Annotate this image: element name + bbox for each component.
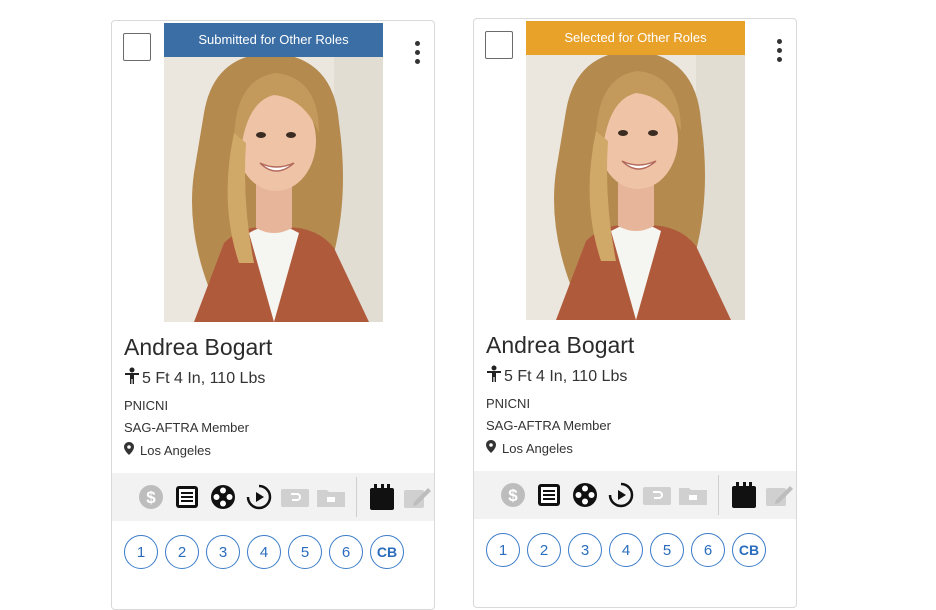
location-text: Los Angeles [140,442,211,458]
film-reel-icon[interactable] [570,480,600,510]
talent-stats: 5 Ft 4 In, 110 Lbs [486,365,784,388]
talent-card: Submitted for Other Roles Andrea Bogart [111,20,435,610]
headshot-photo[interactable]: Selected for Other Roles [526,21,745,320]
role-button-6[interactable]: 6 [691,533,725,567]
talent-info: Andrea Bogart 5 Ft 4 In, 110 Lbs PNICNI … [486,331,784,463]
role-button-2[interactable]: 2 [527,533,561,567]
calendar-icon[interactable] [729,480,759,510]
svg-text:$: $ [508,486,518,505]
role-button-5[interactable]: 5 [650,533,684,567]
status-badge: Selected for Other Roles [526,21,745,55]
location-text: Los Angeles [502,440,573,456]
toolbar-divider [718,475,719,515]
select-checkbox[interactable] [485,31,513,59]
resume-icon[interactable] [534,480,564,510]
talent-name[interactable]: Andrea Bogart [486,331,784,359]
dollar-icon[interactable]: $ [498,480,528,510]
more-options-icon[interactable] [414,41,420,67]
more-options-icon[interactable] [776,39,782,65]
select-checkbox[interactable] [123,33,151,61]
height-weight: 5 Ft 4 In, 110 Lbs [142,369,266,387]
role-button-1[interactable]: 1 [124,535,158,569]
role-button-4[interactable]: 4 [247,535,281,569]
agency-code: PNICNI [124,398,169,413]
talent-name[interactable]: Andrea Bogart [124,333,422,361]
role-button-4[interactable]: 4 [609,533,643,567]
role-button-1[interactable]: 1 [486,533,520,567]
role-button-6[interactable]: 6 [329,535,363,569]
role-button-5[interactable]: 5 [288,535,322,569]
role-button-cb[interactable]: CB [732,533,766,567]
svg-text:$: $ [146,488,156,507]
status-badge: Submitted for Other Roles [164,23,383,57]
role-button-2[interactable]: 2 [165,535,199,569]
union-status: SAG-AFTRA Member [124,420,249,435]
person-icon [486,365,502,388]
folder-icon[interactable] [316,482,346,512]
location: Los Angeles [124,442,422,459]
headshot-image [526,21,745,320]
talent-info: Andrea Bogart 5 Ft 4 In, 110 Lbs PNICNI … [124,333,422,465]
role-buttons: 1 2 3 4 5 6 CB [486,533,766,567]
talent-card: Selected for Other Roles Andrea Bogart 5… [473,18,797,608]
location: Los Angeles [486,440,784,457]
edit-icon[interactable] [403,482,433,512]
location-pin-icon [486,440,496,457]
headshot-image [164,23,383,322]
folder-icon[interactable] [678,480,708,510]
calendar-icon[interactable] [367,482,397,512]
film-reel-icon[interactable] [208,482,238,512]
play-icon[interactable] [606,480,636,510]
union-status: SAG-AFTRA Member [486,418,611,433]
height-weight: 5 Ft 4 In, 110 Lbs [504,367,628,385]
role-button-3[interactable]: 3 [568,533,602,567]
attachment-icon[interactable] [642,480,672,510]
agency-code: PNICNI [486,396,531,411]
resume-icon[interactable] [172,482,202,512]
action-toolbar: $ [112,473,434,521]
headshot-photo[interactable]: Submitted for Other Roles [164,23,383,322]
talent-stats: 5 Ft 4 In, 110 Lbs [124,367,422,390]
attachment-icon[interactable] [280,482,310,512]
person-icon [124,367,140,390]
dollar-icon[interactable]: $ [136,482,166,512]
toolbar-divider [356,477,357,517]
role-button-3[interactable]: 3 [206,535,240,569]
role-button-cb[interactable]: CB [370,535,404,569]
play-icon[interactable] [244,482,274,512]
location-pin-icon [124,442,134,459]
action-toolbar: $ [474,471,796,519]
role-buttons: 1 2 3 4 5 6 CB [124,535,404,569]
edit-icon[interactable] [765,480,795,510]
